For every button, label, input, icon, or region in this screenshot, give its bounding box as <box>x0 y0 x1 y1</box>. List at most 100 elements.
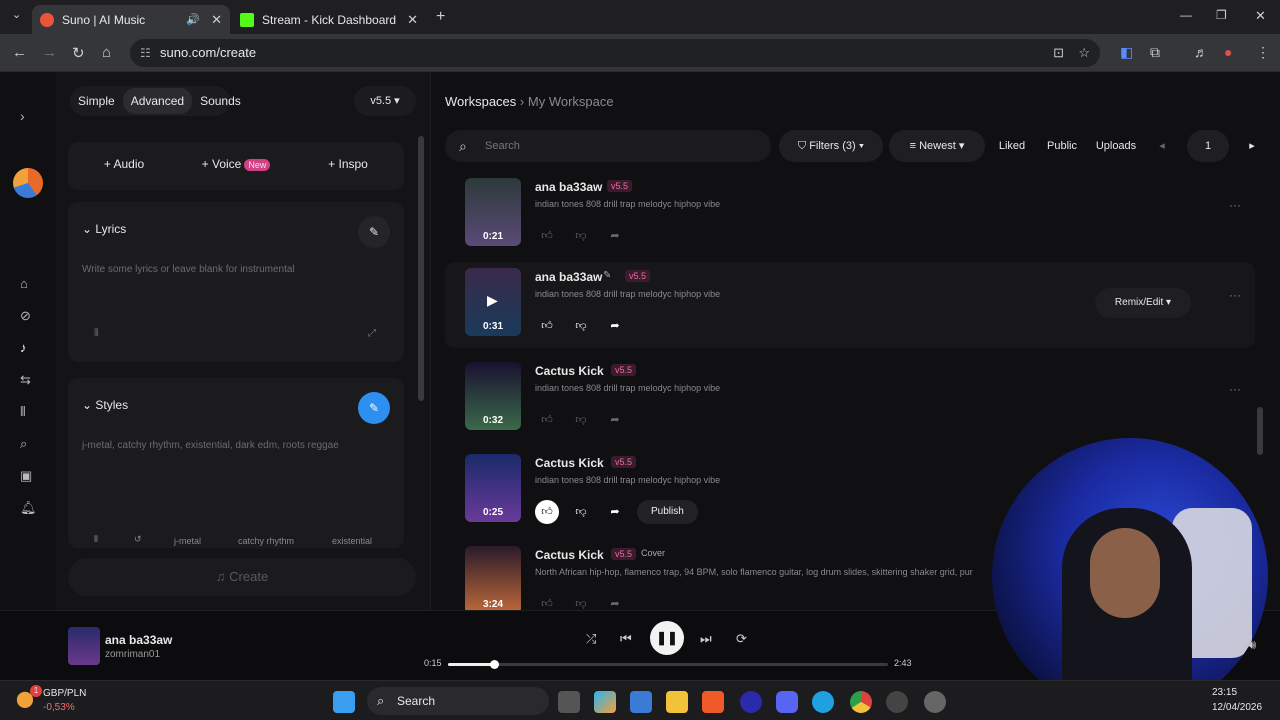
back-icon[interactable]: ← <box>12 44 27 61</box>
list-scrollbar[interactable] <box>1257 407 1263 455</box>
style-chip[interactable]: existential <box>332 536 372 546</box>
media-control-icon[interactable]: ♬ <box>1194 44 1208 60</box>
like-icon[interactable]: 👍︎ <box>535 224 559 248</box>
dislike-icon[interactable]: 👎︎ <box>569 408 593 432</box>
extension-icon[interactable]: ◧ <box>1120 44 1133 61</box>
now-playing-cover[interactable] <box>68 627 100 665</box>
now-playing-user[interactable]: zomriman01 <box>105 649 160 660</box>
panel-scrollbar[interactable] <box>418 136 426 536</box>
close-window-icon[interactable]: ✕ <box>1255 8 1266 24</box>
search-input[interactable]: ⌕ Search <box>445 130 771 162</box>
magic-wand-icon[interactable]: ✎ <box>358 216 390 248</box>
mode-advanced[interactable]: Advanced <box>122 88 193 114</box>
more-options-icon[interactable]: ··· <box>1229 382 1241 396</box>
forward-icon[interactable]: → <box>42 44 57 61</box>
library-icon[interactable]: ⦀ <box>20 404 26 420</box>
song-cover[interactable]: 0:25 <box>465 454 521 522</box>
notifications-bell-icon[interactable]: 🔔︎ <box>20 500 37 516</box>
speaker-icon[interactable]: 🔊 <box>186 13 200 26</box>
song-title[interactable]: ana ba33aw <box>535 180 602 194</box>
progress-knob[interactable] <box>490 660 500 669</box>
bookmark-star-icon[interactable]: ☆ <box>1078 39 1090 67</box>
dislike-icon[interactable]: 👎︎ <box>569 500 593 524</box>
repeat-icon[interactable]: ⟳ <box>736 631 747 647</box>
style-chip[interactable]: catchy rhythm <box>238 536 294 546</box>
public-filter[interactable]: Public <box>1043 130 1081 162</box>
more-options-icon[interactable]: ··· <box>1229 288 1241 302</box>
uploads-filter[interactable]: Uploads <box>1093 130 1139 162</box>
song-cover[interactable]: 3:24 <box>465 546 521 610</box>
publish-button[interactable]: Publish <box>637 500 698 524</box>
install-icon[interactable]: ⊡ <box>1053 39 1064 67</box>
lyrics-header[interactable]: ⌄ Lyrics <box>82 222 126 236</box>
clock-date[interactable]: 12/04/2026 <box>1212 702 1262 713</box>
play-icon[interactable]: ▶ <box>487 292 498 309</box>
store-icon[interactable] <box>630 691 652 713</box>
song-title[interactable]: Cactus Kick <box>535 548 604 562</box>
mode-simple[interactable]: Simple <box>70 88 123 114</box>
maximize-icon[interactable]: ❐ <box>1216 8 1227 22</box>
lyrics-input[interactable]: Write some lyrics or leave blank for ins… <box>82 264 295 275</box>
start-windows-icon[interactable] <box>333 691 355 713</box>
profile-icon[interactable]: ● <box>1224 44 1232 60</box>
site-info-icon[interactable]: ☷ <box>140 39 151 67</box>
explore-icon[interactable]: ⊘ <box>20 308 31 324</box>
tab-search-icon[interactable]: ⌄ <box>12 8 21 21</box>
add-inspo-button[interactable]: + Inspo <box>292 157 404 171</box>
now-playing-title[interactable]: ana ba33aw <box>105 633 172 647</box>
create-icon[interactable]: ♪ <box>20 340 27 355</box>
chrome-icon[interactable] <box>850 691 872 713</box>
home-icon[interactable]: ⌂ <box>102 44 111 61</box>
styles-header[interactable]: ⌄ Styles <box>82 398 128 412</box>
close-tab-icon[interactable]: ✕ <box>211 12 222 28</box>
like-icon[interactable]: 👍︎ <box>535 500 559 524</box>
liked-filter[interactable]: Liked <box>993 130 1031 162</box>
like-icon[interactable]: 👍︎ <box>535 592 559 610</box>
expand-icon[interactable]: ⤢ <box>368 328 376 339</box>
pause-button[interactable]: ❚❚ <box>650 621 684 655</box>
like-icon[interactable]: 👍︎ <box>535 408 559 432</box>
structure-icon[interactable]: ⦀ <box>94 534 98 545</box>
task-view-icon[interactable] <box>558 691 580 713</box>
like-icon[interactable]: 👍︎ <box>535 314 559 338</box>
widgets-icon[interactable] <box>594 691 616 713</box>
song-row[interactable]: ▶ 0:31 ana ba33aw ✎ v5.5 indian tones 80… <box>445 262 1255 348</box>
reset-icon[interactable]: ↺ <box>134 534 142 545</box>
brave-icon[interactable] <box>702 691 724 713</box>
settings-gear-icon[interactable] <box>924 691 946 713</box>
structure-icon[interactable]: ⦀ <box>94 328 98 339</box>
song-cover[interactable]: 0:21 <box>465 178 521 246</box>
tab-suno[interactable]: Suno | AI Music 🔊 ✕ <box>32 5 230 34</box>
magic-wand-icon[interactable]: ✎ <box>358 392 390 424</box>
search-icon[interactable]: ⌕ <box>20 436 27 452</box>
avatar[interactable] <box>13 168 43 198</box>
discord-icon[interactable] <box>776 691 798 713</box>
edge-icon[interactable] <box>812 691 834 713</box>
dislike-icon[interactable]: 👎︎ <box>569 224 593 248</box>
taskbar-search[interactable]: ⌕ Search <box>367 687 549 715</box>
new-tab-button[interactable]: + <box>436 8 445 26</box>
version-select[interactable]: v5.5 ▾ <box>354 86 416 116</box>
remix-edit-button[interactable]: Remix/Edit ▾ <box>1095 288 1191 318</box>
style-chip[interactable]: j-metal <box>174 536 201 546</box>
next-icon[interactable]: ⏭︎ <box>700 631 712 647</box>
sort-button[interactable]: ≡ Newest ▾ <box>889 130 985 162</box>
fx-pair[interactable]: GBP/PLN <box>43 688 86 699</box>
song-title[interactable]: Cactus Kick <box>535 364 604 378</box>
more-options-icon[interactable]: ··· <box>1229 198 1241 212</box>
filters-button[interactable]: ⛉ Filters (3) ▾ <box>779 130 883 162</box>
close-tab-icon[interactable]: ✕ <box>407 12 418 28</box>
hooks-icon[interactable]: ▣ <box>20 468 32 484</box>
reload-icon[interactable]: ↻ <box>72 44 85 62</box>
add-voice-button[interactable]: + Voice New <box>180 157 292 171</box>
prev-page-icon[interactable]: ◂ <box>1149 130 1175 162</box>
share-icon[interactable]: ➦ <box>603 500 627 524</box>
minimize-icon[interactable]: — <box>1180 8 1192 22</box>
song-title[interactable]: Cactus Kick <box>535 456 604 470</box>
create-button[interactable]: ♫ Create <box>68 558 416 596</box>
song-row[interactable]: 0:32 Cactus Kick v5.5 indian tones 808 d… <box>445 356 1255 442</box>
edit-pencil-icon[interactable]: ✎ <box>603 270 611 281</box>
app-icon[interactable] <box>740 691 762 713</box>
song-title[interactable]: ana ba33aw <box>535 270 602 284</box>
url-input[interactable]: ☷ suno.com/create ⊡ ☆ <box>130 39 1100 67</box>
